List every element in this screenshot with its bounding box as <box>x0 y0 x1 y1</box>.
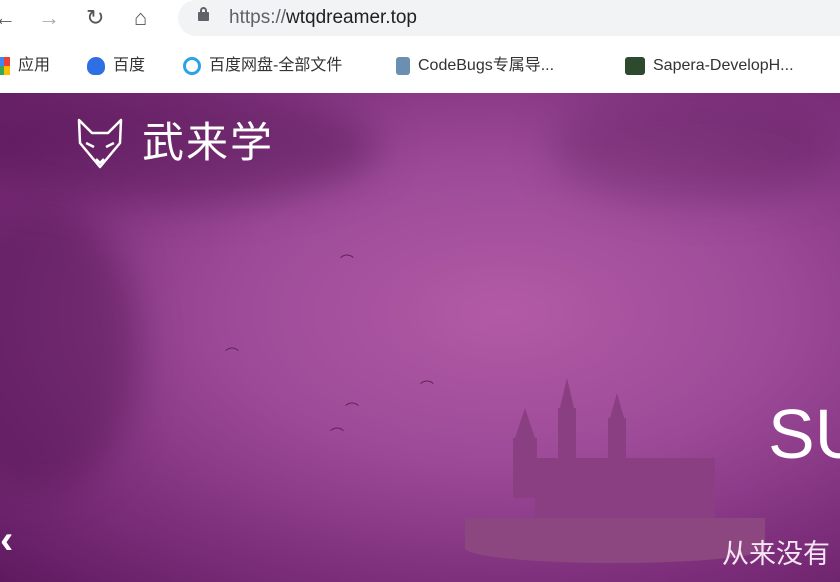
bookmark-baidu[interactable]: 百度 <box>87 56 145 76</box>
lock-icon <box>198 7 209 21</box>
bookmark-apps[interactable]: 应用 <box>0 56 50 76</box>
home-icon[interactable]: ⌂ <box>134 4 147 32</box>
cat-icon <box>396 57 410 75</box>
slide-title: SU <box>768 395 840 473</box>
camera-device-icon <box>625 57 645 75</box>
castle-image <box>465 378 765 563</box>
site-logo[interactable]: 武来学 <box>76 117 274 169</box>
forward-icon[interactable]: → <box>38 4 60 32</box>
address-bar[interactable]: https://wtqdreamer.top <box>178 0 840 36</box>
apps-grid-icon <box>0 57 10 75</box>
back-icon[interactable]: ← <box>0 4 16 32</box>
bookmark-codebugs[interactable]: CodeBugs专属导... <box>396 56 554 76</box>
prev-slide-chevron-icon[interactable]: ‹ <box>0 518 13 562</box>
hero-slider: ︵ ︵ ︵ ︵ ︵ 武来学 SU 从来没有 ‹ <box>0 93 840 582</box>
bookmark-baidu-netdisk[interactable]: 百度网盘-全部文件 <box>183 56 342 76</box>
baidu-netdisk-icon <box>183 57 201 75</box>
cloud <box>0 203 140 493</box>
bookmark-sapera[interactable]: Sapera-DevelopH... <box>625 56 794 76</box>
bookmarks-bar: 应用 百度 百度网盘-全部文件 CodeBugs专属导... Sapera-De… <box>0 37 840 93</box>
reload-icon[interactable]: ↻ <box>86 4 104 32</box>
fox-logo-icon <box>77 118 123 169</box>
bird-icon: ︵ <box>420 370 434 386</box>
bird-icon: ︵ <box>225 337 239 353</box>
bird-icon: ︵ <box>330 417 344 433</box>
bird-icon: ︵ <box>340 244 354 260</box>
cloud <box>550 93 840 203</box>
baidu-paw-icon <box>87 57 105 75</box>
bird-icon: ︵ <box>345 392 359 408</box>
slide-subtitle: 从来没有 <box>722 539 830 569</box>
browser-toolbar: ← → ↻ ⌂ https://wtqdreamer.top <box>0 0 840 37</box>
url-text[interactable]: https://wtqdreamer.top <box>229 7 417 29</box>
